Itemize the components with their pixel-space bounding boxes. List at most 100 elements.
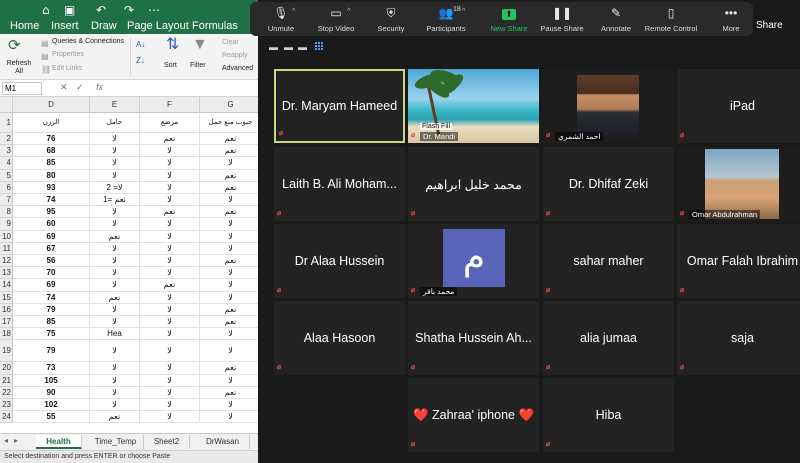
row-header[interactable]: 2 xyxy=(0,133,13,146)
next-sheet-icon[interactable]: ▸ xyxy=(14,436,18,445)
table-cell[interactable]: لا xyxy=(90,399,140,412)
properties-button[interactable]: Properties xyxy=(52,51,84,58)
table-cell[interactable]: لا xyxy=(200,279,262,292)
table-cell[interactable]: لا xyxy=(90,267,140,280)
table-cell[interactable]: لا xyxy=(140,181,200,194)
cancel-formula-icon[interactable]: ✕ xyxy=(60,82,68,93)
table-cell[interactable]: 69 xyxy=(13,230,90,243)
refresh-all-button[interactable]: Refresh All xyxy=(4,60,34,76)
participant-tile[interactable]: sahar maher ⌀ xyxy=(543,224,674,298)
row-header[interactable]: 23 xyxy=(0,399,13,412)
row-header[interactable]: 9 xyxy=(0,218,13,231)
table-cell[interactable]: 73 xyxy=(13,362,90,375)
row-header[interactable]: 17 xyxy=(0,316,13,329)
table-cell[interactable]: نعم xyxy=(200,206,262,219)
table-cell[interactable]: لا xyxy=(90,374,140,387)
participant-tile[interactable]: Omar Falah Ibrahim ⌀ xyxy=(677,224,800,298)
tab-draw[interactable]: Draw xyxy=(91,20,117,34)
table-cell[interactable]: لا xyxy=(200,267,262,280)
chevron-up-icon[interactable]: ^ xyxy=(462,8,465,15)
table-cell[interactable]: نعم xyxy=(140,279,200,292)
table-cell[interactable]: 69 xyxy=(13,279,90,292)
participant-tile[interactable]: ⌀ Omar Abdulrahman xyxy=(677,147,800,221)
table-cell[interactable]: نعم xyxy=(140,133,200,146)
participant-tile[interactable]: iPad ⌀ xyxy=(677,69,800,143)
table-cell[interactable]: نعم xyxy=(200,386,262,399)
sort-icon[interactable]: ⇅ xyxy=(166,37,179,53)
participants-button[interactable]: 👥 18 Participants xyxy=(415,2,477,36)
row-header[interactable]: 7 xyxy=(0,194,13,207)
table-cell[interactable]: نعم xyxy=(90,291,140,304)
participant-tile[interactable]: Dr. Dhifaf Zeki ⌀ xyxy=(543,147,674,221)
row-header[interactable]: 13 xyxy=(0,267,13,280)
table-cell[interactable]: نعم xyxy=(200,316,262,329)
table-cell[interactable]: لا xyxy=(140,411,200,424)
row-header[interactable]: 1 xyxy=(0,113,13,133)
refresh-icon[interactable]: ⟳ xyxy=(8,38,21,53)
table-cell[interactable]: لا xyxy=(90,206,140,219)
table-cell[interactable]: نعم xyxy=(200,303,262,316)
minimize-view-icon[interactable]: ▬ xyxy=(269,42,278,52)
table-cell[interactable]: لا xyxy=(90,386,140,399)
tab-insert[interactable]: Insert xyxy=(51,20,79,34)
row-header[interactable]: 18 xyxy=(0,328,13,341)
table-cell[interactable]: لا xyxy=(90,303,140,316)
table-cell[interactable]: 68 xyxy=(13,145,90,158)
table-cell[interactable]: لا xyxy=(200,242,262,255)
row-header[interactable]: 20 xyxy=(0,362,13,375)
row-header[interactable]: 6 xyxy=(0,181,13,194)
table-cell[interactable]: لا xyxy=(140,340,200,363)
chevron-up-icon[interactable]: ^ xyxy=(292,8,295,15)
table-cell[interactable]: لا xyxy=(200,411,262,424)
sort-button[interactable]: Sort xyxy=(164,62,177,69)
sort-asc-icon[interactable]: A↓ xyxy=(136,38,145,52)
clear-button[interactable]: Clear xyxy=(222,39,239,46)
table-cell[interactable]: لا xyxy=(140,374,200,387)
header-cell[interactable]: حامل xyxy=(90,113,140,133)
table-cell[interactable]: لا xyxy=(200,328,262,341)
table-cell[interactable]: نعم xyxy=(200,169,262,182)
table-cell[interactable]: لا xyxy=(140,303,200,316)
table-cell[interactable]: لا xyxy=(200,194,262,207)
queries-connections-button[interactable]: Queries & Connections xyxy=(52,38,124,45)
tab-page-layout[interactable]: Page Layout xyxy=(127,20,189,34)
row-header[interactable]: 24 xyxy=(0,411,13,424)
table-cell[interactable]: نعم xyxy=(90,411,140,424)
participant-tile[interactable]: Shatha Hussein Ah... ⌀ xyxy=(408,301,539,375)
table-cell[interactable]: لا xyxy=(140,194,200,207)
more-button[interactable]: ••• More xyxy=(700,2,762,36)
participant-tile[interactable]: alia jumaa ⌀ xyxy=(543,301,674,375)
table-cell[interactable]: 70 xyxy=(13,267,90,280)
table-cell[interactable]: لا xyxy=(90,169,140,182)
table-cell[interactable]: 102 xyxy=(13,399,90,412)
table-cell[interactable]: لا xyxy=(140,157,200,170)
table-cell[interactable]: 90 xyxy=(13,386,90,399)
name-box[interactable]: M1 xyxy=(2,82,42,95)
table-cell[interactable]: لا xyxy=(140,242,200,255)
row-header[interactable]: 21 xyxy=(0,374,13,387)
table-cell[interactable]: لا xyxy=(200,157,262,170)
stop-video-button[interactable]: ▭ Stop Video xyxy=(305,2,367,36)
row-header[interactable]: 8 xyxy=(0,206,13,219)
table-cell[interactable]: 105 xyxy=(13,374,90,387)
advanced-button[interactable]: Advanced xyxy=(222,65,253,72)
table-cell[interactable]: 79 xyxy=(13,303,90,316)
table-cell[interactable]: لا xyxy=(90,133,140,146)
participant-tile[interactable]: م ⌀ محمد باقر xyxy=(408,224,539,298)
table-cell[interactable]: 67 xyxy=(13,242,90,255)
row-header[interactable]: 19 xyxy=(0,340,13,363)
table-cell[interactable]: 74 xyxy=(13,194,90,207)
spreadsheet-grid[interactable]: D E F G 1 الرزن حامل مرضع حبوب منع حمل 2 76 لا نعم نع… xyxy=(0,97,262,433)
table-cell[interactable]: 74 xyxy=(13,291,90,304)
save-icon[interactable]: ▣ xyxy=(64,3,75,17)
table-cell[interactable]: لا xyxy=(140,169,200,182)
table-cell[interactable]: لا xyxy=(140,386,200,399)
table-cell[interactable]: لا xyxy=(200,399,262,412)
table-cell[interactable]: لا xyxy=(90,316,140,329)
table-cell[interactable]: نعم xyxy=(140,206,200,219)
table-cell[interactable]: لا xyxy=(140,291,200,304)
table-cell[interactable]: نعم xyxy=(200,133,262,146)
sheet-tab-sheet2[interactable]: Sheet2 xyxy=(144,435,190,449)
table-cell[interactable]: لا xyxy=(90,255,140,268)
table-cell[interactable]: لا xyxy=(90,218,140,231)
